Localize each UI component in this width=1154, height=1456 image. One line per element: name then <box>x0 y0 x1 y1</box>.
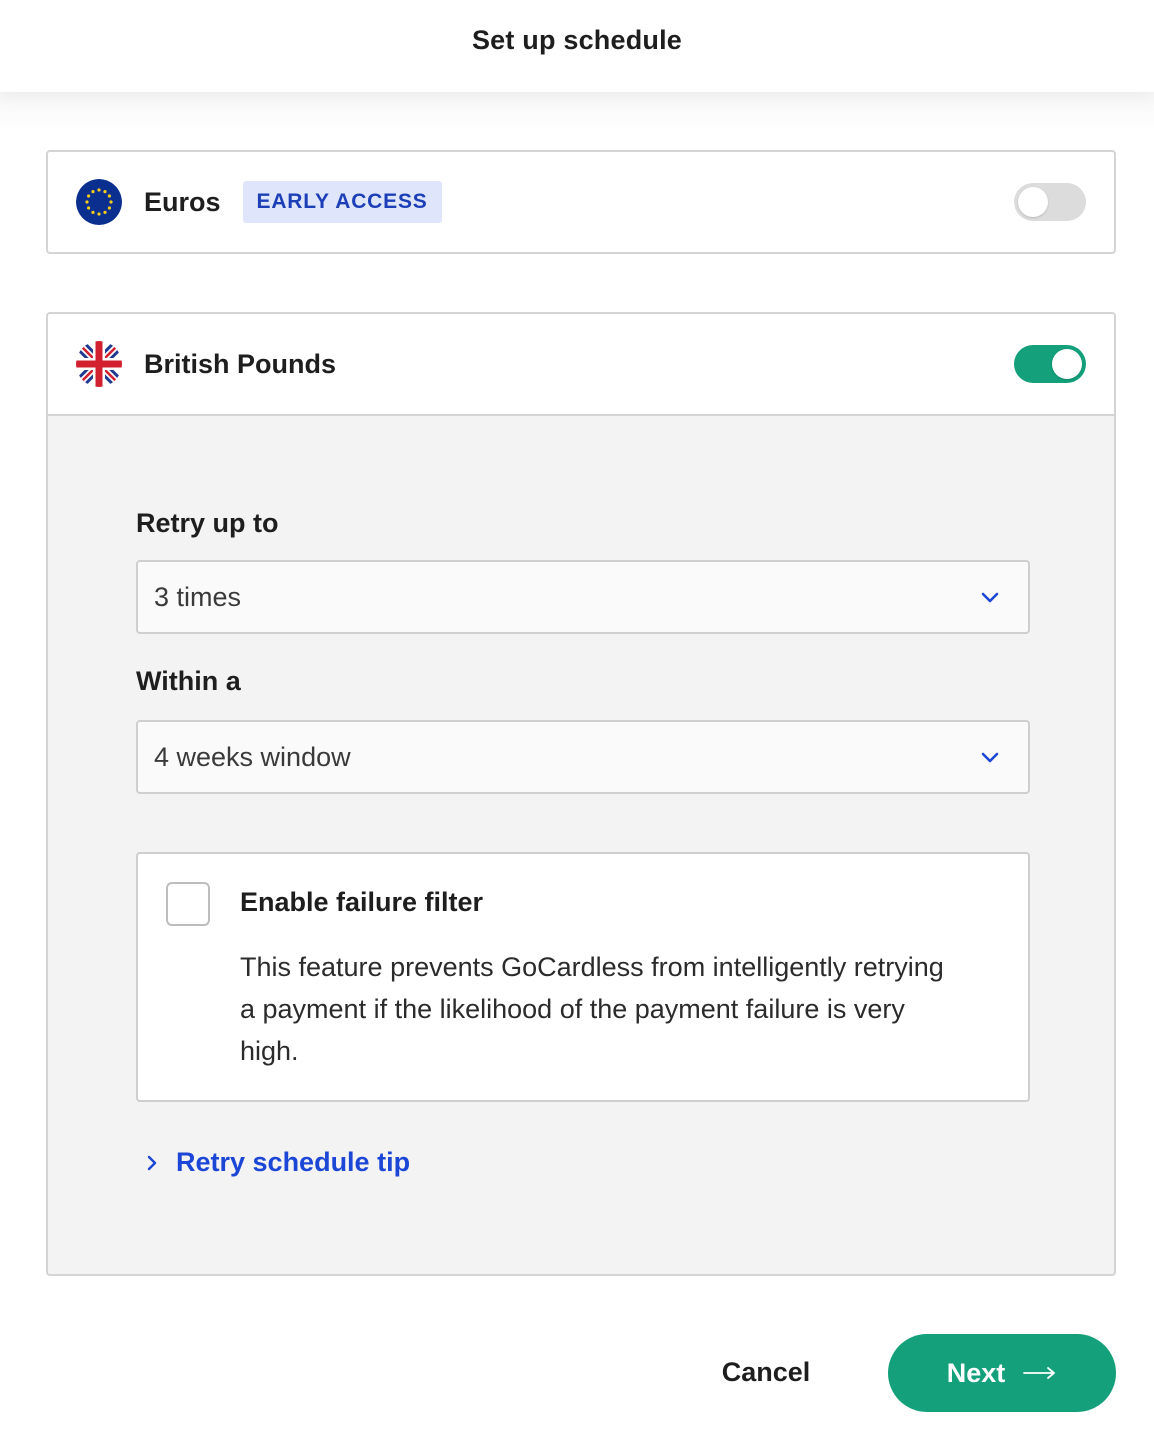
next-button-label: Next <box>946 1357 1006 1388</box>
retry-window-select[interactable]: 4 weeks window <box>136 720 1030 794</box>
uk-flag-icon <box>76 341 122 387</box>
failure-filter-description: This feature prevents GoCardless from in… <box>240 952 944 1066</box>
failure-filter-checkbox[interactable] <box>166 882 210 926</box>
next-button[interactable]: Next <box>888 1334 1116 1412</box>
page-title: Set up schedule <box>471 24 683 55</box>
gbp-toggle[interactable] <box>1014 345 1086 383</box>
arrow-right-icon <box>1023 1367 1056 1379</box>
window-label: Within a <box>136 666 241 696</box>
chevron-right-icon <box>147 1155 157 1170</box>
toggle-knob <box>1052 349 1082 379</box>
retry-count-select[interactable]: 3 times <box>136 560 1030 634</box>
retry-window-value: 4 weeks window <box>154 741 351 772</box>
chevron-down-icon <box>981 592 999 603</box>
cancel-button[interactable]: Cancel <box>704 1334 828 1410</box>
chevron-down-icon <box>981 752 999 763</box>
failure-filter-title: Enable failure filter <box>240 887 484 917</box>
early-access-badge: EARLY ACCESS <box>242 181 442 223</box>
currency-label-gbp: British Pounds <box>144 348 337 379</box>
eu-flag-icon <box>76 179 122 225</box>
page-header: Set up schedule <box>0 0 1154 92</box>
retry-schedule-tip-label: Retry schedule tip <box>176 1147 411 1177</box>
toggle-knob <box>1018 187 1048 217</box>
retry-label: Retry up to <box>136 508 279 538</box>
currency-card-euros: Euros EARLY ACCESS <box>46 150 1116 254</box>
currency-label-euros: Euros <box>144 186 221 217</box>
failure-filter-box: Enable failure filter This feature preve… <box>136 852 1030 1102</box>
retry-count-value: 3 times <box>154 581 242 612</box>
euros-toggle[interactable] <box>1014 183 1086 221</box>
currency-card-gbp: British Pounds <box>46 312 1116 416</box>
gbp-settings-panel: Retry up to 3 times Within a 4 weeks win… <box>46 414 1116 1276</box>
retry-schedule-tip-link[interactable]: Retry schedule tip <box>142 1147 410 1178</box>
header-shadow <box>0 92 1154 132</box>
